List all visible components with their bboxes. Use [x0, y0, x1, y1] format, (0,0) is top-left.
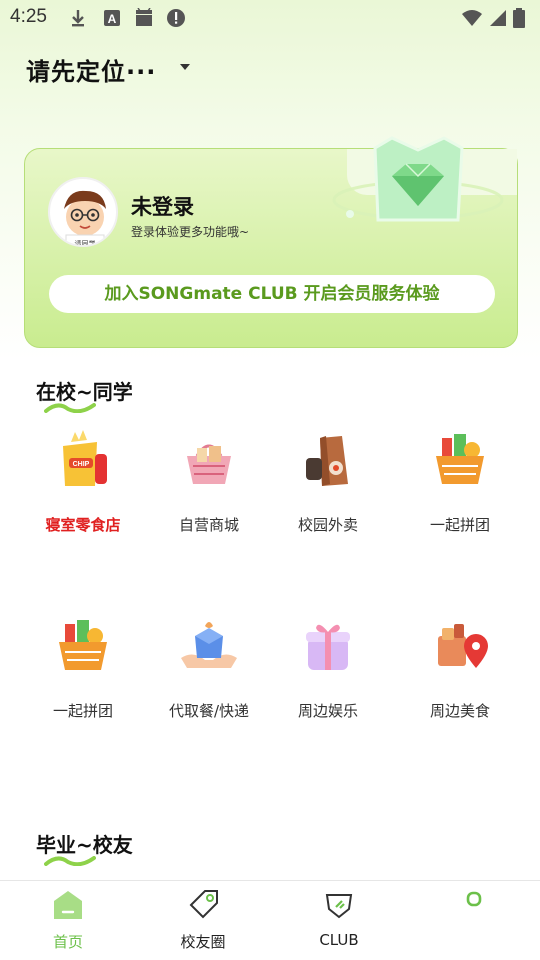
nav-alumni-circle[interactable]: 校友圈	[153, 887, 253, 952]
grid-item-label: 校园外卖	[297, 516, 358, 534]
grid-item-label: 周边娱乐	[297, 702, 358, 720]
nav-club[interactable]: CLUB	[289, 887, 389, 949]
alert-icon	[167, 9, 185, 27]
svg-text:请同学: 请同学	[75, 239, 96, 247]
grid-item-label: 代取餐/快递	[168, 702, 250, 720]
grid-item-label: 一起拼团	[52, 702, 113, 720]
parcel-icon	[181, 622, 237, 668]
grid-item-pickup-delivery[interactable]: 代取餐/快递	[149, 614, 269, 721]
status-time: 4:25	[10, 6, 47, 27]
title-underline	[44, 403, 96, 413]
battery-icon	[513, 8, 525, 28]
caret-down-icon	[180, 64, 190, 70]
grid-item-entertainment[interactable]: 周边娱乐	[268, 614, 388, 721]
section-title-text: 毕业~校友	[36, 833, 133, 857]
location-label: 请先定位···	[26, 58, 157, 86]
nav-label: CLUB	[319, 931, 359, 949]
grid-item-nearby-food[interactable]: 周边美食	[400, 614, 520, 721]
tag-icon	[189, 890, 218, 919]
grid-item-campus-takeout[interactable]: 校园外卖	[268, 428, 388, 535]
grid-item-self-mall[interactable]: 自营商城	[149, 428, 269, 535]
bottom-nav: 首页 校友圈 CLUB	[0, 880, 540, 960]
nav-label: 校友圈	[180, 933, 226, 951]
login-hint: 登录体验更多功能哦~	[131, 225, 250, 239]
location-selector[interactable]: 请先定位···	[26, 52, 190, 87]
section-title-alumni: 毕业~校友	[36, 829, 133, 866]
signal-icon	[490, 10, 506, 26]
cartoon-student-icon: 请同学	[64, 190, 106, 247]
takeout-icon	[306, 436, 348, 486]
profile-icon	[466, 891, 482, 907]
club-icon	[325, 894, 353, 919]
grid-item-group-buy-2[interactable]: 一起拼团	[23, 614, 143, 721]
user-name: 未登录	[131, 195, 194, 219]
nav-label: 首页	[52, 933, 83, 951]
grid-item-label: 自营商城	[178, 516, 239, 534]
wifi-icon	[462, 10, 482, 26]
grid-item-group-buy-1[interactable]: 一起拼团	[400, 428, 520, 535]
status-bar: 4:25 A	[0, 0, 540, 36]
snack-icon: CHIP	[63, 430, 107, 486]
crown-gem-icon	[332, 136, 504, 222]
grid-item-snack-store[interactable]: CHIP 寝室零食店	[23, 428, 143, 535]
home-icon	[54, 891, 82, 919]
download-icon	[72, 10, 84, 27]
nav-profile[interactable]	[424, 887, 524, 931]
join-club-button[interactable]: 加入SONGmate CLUB 开启会员服务体验	[49, 275, 495, 313]
grid-item-label: 寝室零食店	[45, 516, 121, 534]
grocery-basket-icon	[59, 620, 107, 670]
gift-icon	[306, 624, 350, 670]
section-title-students: 在校~同学	[36, 376, 133, 413]
a-box-icon: A	[104, 10, 120, 26]
grocery-basket-icon	[436, 434, 484, 484]
grid-item-label: 周边美食	[429, 702, 490, 720]
title-underline	[44, 856, 96, 866]
basket-icon	[187, 444, 231, 484]
svg-text:A: A	[108, 12, 117, 26]
avatar[interactable]: 请同学	[48, 177, 118, 247]
food-location-icon	[438, 624, 488, 668]
android-icon	[136, 8, 152, 26]
nav-home[interactable]: 首页	[18, 887, 118, 952]
grid-item-label: 一起拼团	[429, 516, 490, 534]
section-title-text: 在校~同学	[36, 380, 133, 404]
svg-text:CHIP: CHIP	[73, 461, 90, 468]
